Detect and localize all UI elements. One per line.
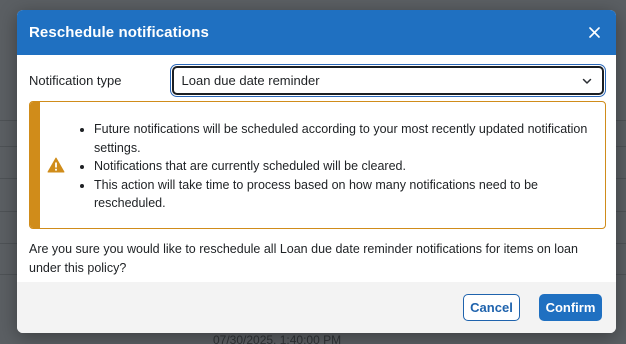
warning-item: Future notifications will be scheduled a… — [94, 120, 591, 157]
notification-type-select[interactable]: Loan due date reminder — [171, 65, 604, 95]
warning-callout: Future notifications will be scheduled a… — [29, 101, 606, 229]
notification-type-row: Notification type Loan due date reminder — [29, 65, 604, 95]
confirmation-message: Are you sure you would like to reschedul… — [29, 242, 578, 275]
warning-triangle-icon — [47, 157, 65, 173]
close-icon — [588, 27, 600, 38]
reschedule-notifications-dialog: Reschedule notifications Notification ty… — [17, 10, 616, 333]
dialog-header: Reschedule notifications — [17, 10, 616, 55]
cancel-button[interactable]: Cancel — [463, 294, 520, 321]
warning-item: Notifications that are currently schedul… — [94, 157, 591, 176]
notification-type-value: Loan due date reminder — [181, 72, 320, 88]
dialog-body: Notification type Loan due date reminder… — [17, 55, 616, 277]
dialog-title: Reschedule notifications — [29, 24, 209, 41]
dialog-footer: Cancel Confirm — [17, 282, 616, 333]
notification-type-label: Notification type — [29, 72, 122, 88]
chevron-down-icon — [582, 78, 592, 84]
warning-accent-bar — [30, 102, 40, 228]
warning-icon-container — [40, 102, 72, 228]
confirm-button[interactable]: Confirm — [539, 294, 602, 321]
warning-list: Future notifications will be scheduled a… — [72, 102, 605, 228]
background-timestamp: 07/30/2025, 1:40:00 PM — [213, 333, 342, 344]
warning-item: This action will take time to process ba… — [94, 176, 591, 213]
close-button[interactable] — [584, 23, 604, 43]
